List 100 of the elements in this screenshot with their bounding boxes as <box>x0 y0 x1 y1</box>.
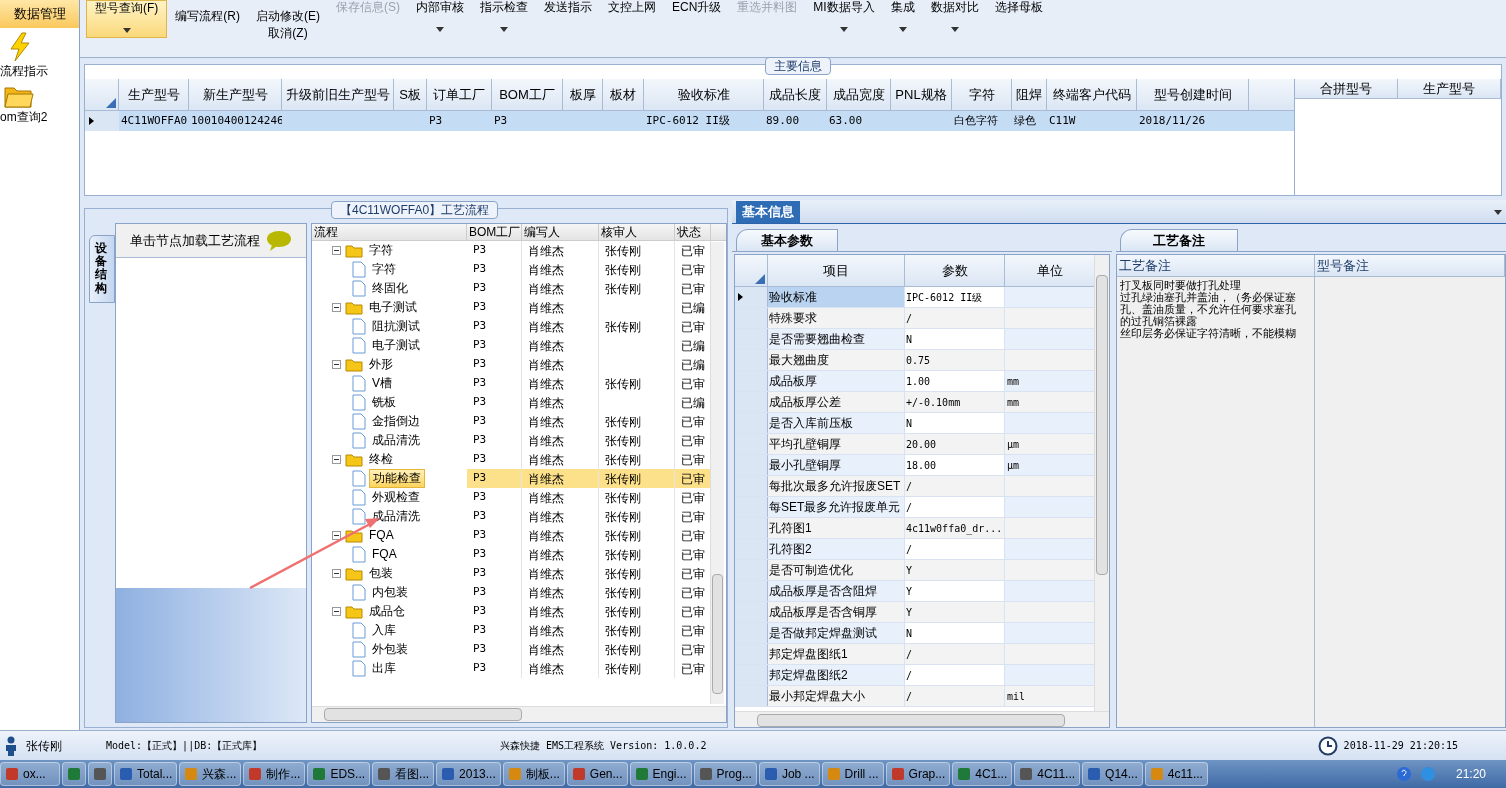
toolbar-button[interactable]: 内部审核 <box>408 0 472 36</box>
tree-node[interactable]: 包装 <box>366 565 396 582</box>
taskbar-button[interactable]: 4c11... <box>1144 762 1208 786</box>
panel-tab[interactable]: 基本参数 <box>736 229 838 251</box>
column-header[interactable]: 成品宽度 <box>827 79 891 110</box>
tree-node[interactable]: 金指倒边 <box>369 413 423 430</box>
taskbar-button[interactable]: Prog... <box>693 762 757 786</box>
tree-node[interactable]: V槽 <box>369 375 395 392</box>
tree-node[interactable]: 铣板 <box>369 394 399 411</box>
taskbar-button[interactable]: Drill ... <box>821 762 884 786</box>
sidebar-header[interactable]: 数据管理 <box>0 0 79 28</box>
column-header[interactable]: 合拼型号 <box>1295 79 1398 98</box>
taskbar-button[interactable]: Gen... <box>566 762 628 786</box>
tree-node[interactable]: 终固化 <box>369 280 411 297</box>
toolbar-button[interactable]: 指示检查 <box>472 0 536 36</box>
toolbar-button[interactable]: 启动修改(E) 取消(Z) <box>248 0 328 45</box>
taskbar-button[interactable]: Grap... <box>885 762 951 786</box>
taskbar-button[interactable]: ox... <box>0 762 60 786</box>
column-header[interactable]: 板材 <box>603 79 644 110</box>
column-header[interactable]: 成品长度 <box>764 79 827 110</box>
column-header[interactable]: PNL规格 <box>891 79 952 110</box>
taskbar-button[interactable]: Job ... <box>758 762 820 786</box>
taskbar-button[interactable]: 看图... <box>372 762 435 786</box>
column-header[interactable]: BOM工厂 <box>492 79 563 110</box>
column-header[interactable]: 状态 <box>675 224 711 240</box>
taskbar-button[interactable]: Engi... <box>629 762 692 786</box>
column-header[interactable]: BOM工厂 <box>467 224 522 240</box>
column-header[interactable]: 验收标准 <box>644 79 764 110</box>
tree-node[interactable]: 字符 <box>369 261 399 278</box>
toolbar-button[interactable]: 文控上网 <box>600 0 664 19</box>
column-header[interactable]: 型号创建时间 <box>1137 79 1249 110</box>
taskbar-button[interactable] <box>62 762 86 786</box>
column-header[interactable]: 参数 <box>905 255 1005 286</box>
taskbar-button[interactable]: 4C11... <box>1014 762 1081 786</box>
taskbar-button[interactable]: 2013... <box>436 762 501 786</box>
column-header[interactable]: 编写人 <box>522 224 599 240</box>
toolbar-button[interactable]: 型号查询(F) <box>86 0 168 38</box>
vertical-scrollbar[interactable] <box>1094 255 1109 711</box>
tree-node[interactable]: 外观检查 <box>369 489 423 506</box>
taskbar-button[interactable]: 兴森... <box>179 762 242 786</box>
row-header[interactable] <box>735 287 768 307</box>
taskbar-button[interactable]: EDS... <box>307 762 371 786</box>
app-icon <box>634 767 649 781</box>
tree-node[interactable]: 终检 <box>366 451 396 468</box>
table-cell-text: 肖维杰 <box>528 603 564 621</box>
table-cell[interactable]: 验收标准 <box>768 287 905 307</box>
horizontal-scrollbar[interactable] <box>312 706 726 722</box>
panel-tab[interactable]: 工艺备注 <box>1120 229 1238 251</box>
toolbar-button[interactable]: ECN升级 <box>664 0 730 19</box>
tree-node[interactable]: FQA <box>366 527 397 544</box>
taskbar-button[interactable] <box>88 762 112 786</box>
tree-node[interactable]: 字符 <box>366 242 396 259</box>
horizontal-scrollbar[interactable] <box>735 711 1109 727</box>
tree-node[interactable]: 成品仓 <box>366 603 408 620</box>
column-header[interactable]: 新生产型号 <box>189 79 282 110</box>
taskbar-button[interactable]: Q14... <box>1082 762 1143 786</box>
tree-node[interactable]: 外形 <box>366 356 396 373</box>
toolbar-button[interactable]: 集成 <box>882 0 923 36</box>
table-cell: 89.00 <box>766 113 800 127</box>
toolbar-button[interactable]: 数据对比 <box>922 0 987 36</box>
column-header[interactable]: 工艺备注 <box>1117 255 1315 276</box>
taskbar-button[interactable]: 制板... <box>502 762 565 786</box>
column-header[interactable]: 终端客户代码 <box>1047 79 1137 110</box>
column-header[interactable]: 项目 <box>768 255 905 286</box>
tree-node[interactable]: 阻抗测试 <box>369 318 423 335</box>
sidebar-item[interactable]: 流程指示 <box>0 32 79 80</box>
sidebar-item[interactable]: om查询2 <box>0 84 79 126</box>
tree-node[interactable]: 成品清洗 <box>369 432 423 449</box>
tree-node[interactable]: 电子测试 <box>366 299 420 316</box>
toolbar-button[interactable]: 发送指示 <box>536 0 600 19</box>
column-header[interactable]: 流程 <box>312 224 467 240</box>
toolbar-button[interactable]: 选择母板 <box>986 0 1051 19</box>
column-header[interactable]: 板厚 <box>563 79 603 110</box>
column-header[interactable]: 阻焊 <box>1012 79 1047 110</box>
tree-node[interactable]: 出库 <box>369 660 399 677</box>
toolbar-button[interactable]: MI数据导入 <box>805 0 883 36</box>
vertical-tab[interactable]: 设备结构 <box>89 235 116 303</box>
column-header[interactable]: 升级前旧生产型号 <box>282 79 394 110</box>
column-header[interactable]: 核审人 <box>599 224 675 240</box>
taskbar-button[interactable]: Total... <box>114 762 178 786</box>
column-header[interactable]: 订单工厂 <box>427 79 492 110</box>
toolbar-button[interactable]: 编写流程(R) <box>167 0 248 28</box>
document-icon <box>352 622 366 639</box>
tree-node[interactable]: 内包装 <box>369 584 411 601</box>
table-cell-text: 张传刚 <box>605 660 641 678</box>
column-header[interactable]: 生产型号 <box>119 79 189 110</box>
column-header[interactable]: 生产型号 <box>1398 79 1501 98</box>
tree-node[interactable]: 功能检查 <box>369 469 425 488</box>
table-cell-text: 肖维杰 <box>528 432 564 450</box>
column-header[interactable]: 字符 <box>952 79 1012 110</box>
tree-node[interactable]: 电子测试 <box>369 337 423 354</box>
taskbar-button[interactable]: 4C1... <box>952 762 1013 786</box>
column-header[interactable]: S板 <box>394 79 427 110</box>
taskbar-button[interactable]: 制作... <box>243 762 306 786</box>
vertical-scrollbar[interactable] <box>710 242 724 704</box>
column-header[interactable]: 型号备注 <box>1315 255 1505 276</box>
tree-node[interactable]: 入库 <box>369 622 399 639</box>
tree-node[interactable]: FQA <box>369 546 400 563</box>
tree-node[interactable]: 外包装 <box>369 641 411 658</box>
panel-tab[interactable]: 基本信息 <box>736 201 800 223</box>
